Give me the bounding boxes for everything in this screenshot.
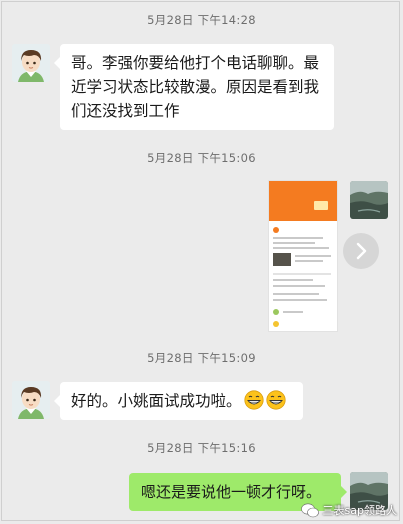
watermark-text: 三表sap领路人 bbox=[322, 504, 397, 517]
message-bubble[interactable]: 哥。李强你要给他打个电话聊聊。最近学习状态比较散漫。原因是看到我们还没找到工作 bbox=[54, 44, 334, 130]
timestamp: 5月28日 下午14:28 bbox=[147, 13, 256, 27]
screenshot-line bbox=[273, 237, 323, 239]
timestamp: 5月28日 下午15:16 bbox=[147, 441, 256, 455]
wechat-icon bbox=[300, 503, 319, 517]
message-text: 好的。小姚面试成功啦。 bbox=[71, 392, 242, 410]
avatar-boy-icon bbox=[12, 381, 50, 419]
forward-arrow-icon bbox=[356, 242, 367, 260]
contact-avatar[interactable] bbox=[12, 381, 50, 419]
screenshot-thumbnail bbox=[273, 253, 291, 266]
screenshot-line bbox=[273, 247, 329, 249]
screenshot-line bbox=[273, 242, 315, 244]
grin-emoji-icon bbox=[243, 390, 264, 410]
screenshot-dot bbox=[273, 309, 279, 315]
screenshot-line bbox=[273, 299, 327, 301]
screenshot-dot bbox=[273, 321, 279, 327]
screenshot-line bbox=[273, 293, 319, 295]
avatar-landscape-icon bbox=[350, 181, 388, 219]
my-avatar[interactable] bbox=[350, 181, 388, 219]
screenshot-line bbox=[295, 255, 331, 257]
watermark: 三表sap领路人 bbox=[300, 502, 397, 518]
timestamp: 5月28日 下午15:06 bbox=[147, 151, 256, 165]
screenshot-line bbox=[295, 260, 323, 262]
screenshot-line bbox=[273, 285, 325, 287]
screenshot-card bbox=[314, 201, 328, 210]
timestamp: 5月28日 下午15:09 bbox=[147, 351, 256, 365]
avatar-boy-icon bbox=[12, 44, 50, 82]
screenshot-line bbox=[273, 279, 313, 281]
shared-screenshot-image[interactable] bbox=[268, 180, 338, 332]
screenshot-line bbox=[283, 311, 303, 313]
contact-avatar[interactable] bbox=[12, 44, 50, 82]
screenshot-dot bbox=[273, 227, 279, 233]
forward-button[interactable] bbox=[343, 233, 379, 269]
grin-emoji-icon bbox=[265, 390, 286, 410]
screenshot-divider bbox=[273, 273, 331, 275]
message-bubble[interactable]: 好的。小姚面试成功啦。 bbox=[54, 382, 303, 420]
